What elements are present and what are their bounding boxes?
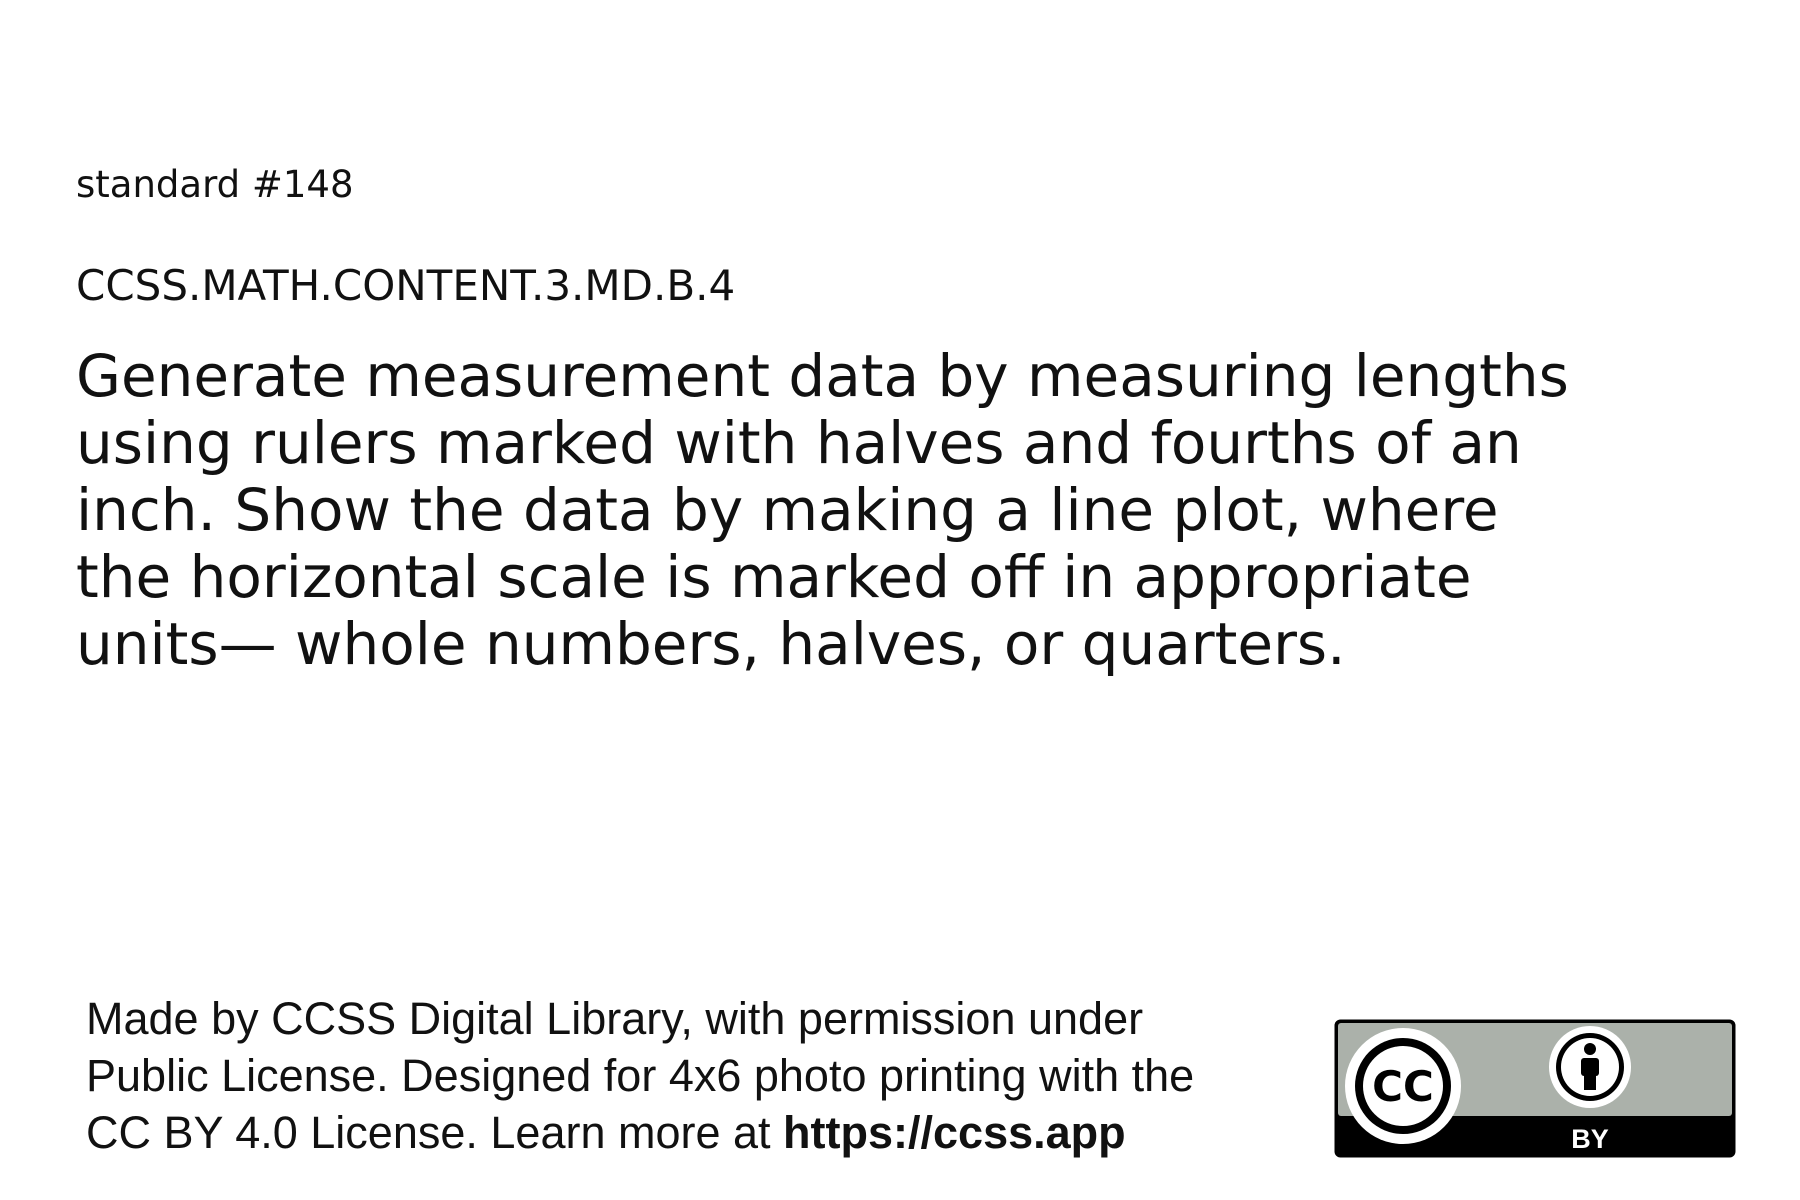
standard-card: standard #148 CCSS.MATH.CONTENT.3.MD.B.4…: [0, 0, 1800, 1200]
creative-commons-icon: CC: [1345, 1028, 1461, 1144]
cc-label: CC: [1372, 1062, 1434, 1111]
standard-code: CCSS.MATH.CONTENT.3.MD.B.4: [76, 261, 736, 310]
attribution-url: https://ccss.app: [783, 1107, 1126, 1158]
cc-by-license-badge: CC BY: [1333, 1018, 1737, 1159]
attribution-text: Made by CCSS Digital Library, with permi…: [86, 990, 1326, 1161]
attribution-person-icon: [1549, 1026, 1631, 1108]
standard-description: Generate measurement data by measuring l…: [76, 342, 1569, 678]
by-label: BY: [1571, 1124, 1609, 1154]
standard-number: standard #148: [76, 163, 354, 206]
